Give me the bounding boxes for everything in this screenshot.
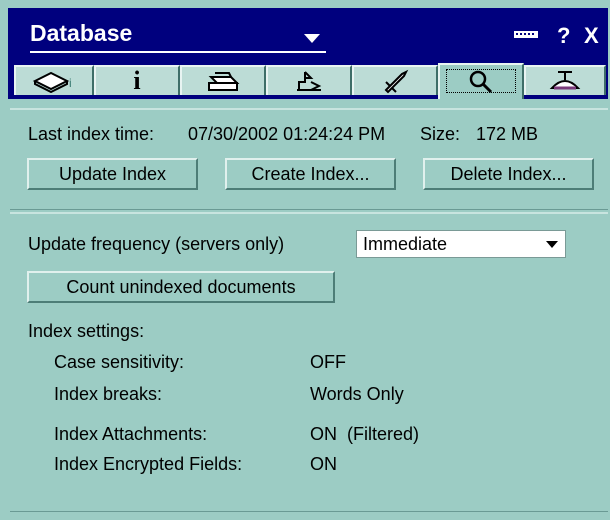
index-breaks-label: Index breaks: [54,384,163,404]
tab-basics[interactable]: i [14,65,94,95]
tab-info[interactable]: i [94,65,180,95]
update-index-button[interactable]: Update Index [27,158,198,190]
tab-advanced[interactable] [524,65,606,95]
title-underline [30,51,326,53]
focus-outline [446,69,516,93]
size-value: 172 MB [476,124,539,144]
book-icon: i [32,71,72,93]
size-label: Size: [420,124,461,144]
chevron-down-icon[interactable] [304,34,320,43]
update-frequency-select[interactable]: Immediate [356,230,566,258]
index-settings-heading: Index settings: [28,321,145,341]
update-frequency-label: Update frequency (servers only) [28,234,285,254]
tab-design[interactable] [266,65,352,95]
tab-print[interactable] [180,65,266,95]
index-encrypted-fields-label: Index Encrypted Fields: [54,454,243,474]
info-icon: i [133,66,141,95]
last-index-value: 07/30/2002 01:24:24 PM [188,124,386,144]
count-unindexed-button[interactable]: Count unindexed documents [27,271,335,303]
properties-window: Database ? X i i Last index time: 07/30/… [0,0,610,520]
close-button[interactable]: X [584,23,599,49]
index-breaks-value: Words Only [310,384,404,404]
dock-icon[interactable] [514,31,538,38]
update-frequency-value: Immediate [363,234,448,254]
case-sensitivity-label: Case sensitivity: [54,352,185,372]
help-button[interactable]: ? [557,23,570,49]
svg-text:i: i [69,76,72,90]
tab-full-text-index[interactable] [438,63,524,99]
delete-index-button[interactable]: Delete Index... [423,158,594,190]
tab-strip: i i [8,63,608,99]
index-panel: Last index time: 07/30/2002 01:24:24 PM … [10,108,608,210]
printer-icon [208,72,240,91]
create-index-button[interactable]: Create Index... [225,158,396,190]
title-bar[interactable]: Database ? X [8,8,608,63]
index-encrypted-fields-value: ON [310,454,337,474]
last-index-label: Last index time: [28,124,155,144]
case-sensitivity-value: OFF [310,352,346,372]
index-attachments-label: Index Attachments: [54,424,208,444]
propeller-hat-icon [549,71,581,90]
design-icon [297,71,322,91]
window-title: Database [30,20,133,46]
tab-launch[interactable] [352,65,438,95]
index-attachments-value: ON (Filtered) [310,424,420,444]
rocket-icon [384,69,409,94]
chevron-down-icon[interactable] [539,231,565,257]
